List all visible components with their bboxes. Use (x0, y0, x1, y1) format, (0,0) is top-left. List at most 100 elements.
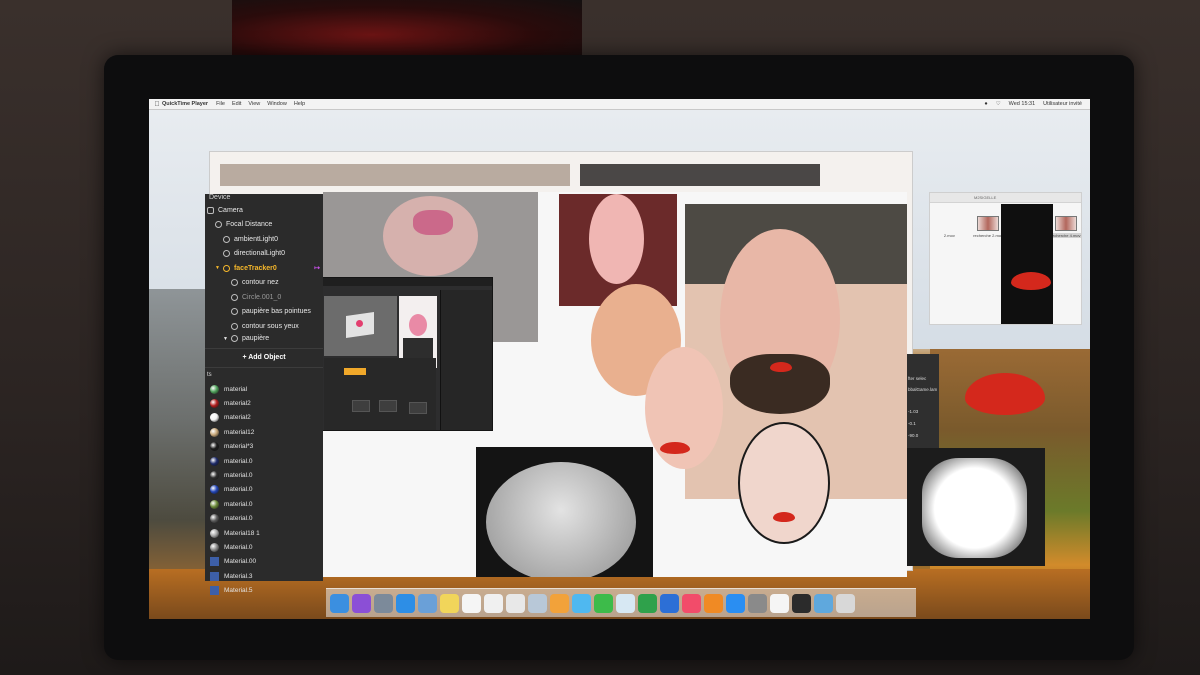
material-label: material (224, 385, 248, 393)
photos-icon[interactable] (418, 593, 437, 613)
material-item[interactable]: Material.0 (210, 540, 253, 554)
music-icon[interactable] (682, 593, 701, 613)
photos-app-icon[interactable] (550, 593, 569, 613)
inspector-value[interactable]: -1.03 (908, 409, 918, 414)
quicktime-icon[interactable] (792, 593, 811, 613)
material-item[interactable]: material.0 (210, 483, 253, 497)
background-window-image-dark (580, 164, 820, 186)
spark-icon[interactable] (770, 593, 789, 613)
numbers-icon[interactable] (638, 593, 657, 613)
scene-item-directional-light[interactable]: directionalLight0 (205, 247, 323, 262)
inspector-value[interactable]: -0.1 (908, 421, 916, 426)
scene-item-paupiere-bas[interactable]: paupière bas pointues (205, 305, 323, 320)
material-label: material.0 (224, 457, 253, 465)
material-item[interactable]: material.0 (210, 468, 253, 482)
material-item[interactable]: Material.3 (210, 569, 253, 583)
material-item[interactable]: Material.5 (210, 584, 253, 598)
scene-item-label: Circle.001_0 (242, 293, 282, 301)
appstore-icon[interactable] (726, 593, 745, 613)
scene-item-circle[interactable]: Circle.001_0 (205, 290, 323, 305)
menubar-clock[interactable]: Wed 15:31 (1009, 101, 1036, 107)
launchpad-icon[interactable] (374, 593, 393, 613)
material-item[interactable]: material*3 (210, 440, 253, 454)
scene-item-focal-distance[interactable]: Focal Distance (205, 218, 323, 233)
finder-file[interactable]: 2.mov (934, 216, 965, 238)
link-arrow-icon[interactable]: ↦ (314, 264, 320, 272)
preview-icon[interactable] (528, 593, 547, 613)
scene-header: Device (209, 194, 231, 201)
patch-node[interactable] (344, 368, 366, 375)
facetime-icon[interactable] (594, 593, 613, 613)
lips-graphic (1011, 272, 1051, 290)
mesh-icon (231, 279, 238, 287)
spark-studio-window[interactable] (321, 277, 493, 431)
screen:  QuickTime Player File Edit View Window… (149, 99, 1090, 619)
scene-item-contour-nez[interactable]: contour nez (205, 276, 323, 291)
scene-item-contour-sous-yeux[interactable]: contour sous yeux (205, 319, 323, 334)
patch-node[interactable] (379, 400, 397, 412)
inspector-label: bbalGame.lam (908, 387, 938, 392)
patch-node[interactable] (409, 402, 427, 414)
material-item[interactable]: Material18 1 (210, 526, 260, 540)
material-item[interactable]: material.0 (210, 497, 253, 511)
scene-item-camera[interactable]: Camera (205, 203, 323, 218)
scene-item-paupiere[interactable]: ▼ paupière (205, 334, 323, 344)
apple-menu-icon[interactable]:  (152, 99, 162, 110)
material-label: material.0 (224, 486, 253, 494)
menu-view[interactable]: View (248, 101, 260, 107)
safari-icon[interactable] (396, 593, 415, 613)
books-icon[interactable] (704, 593, 723, 613)
chevron-down-icon[interactable]: ▼ (215, 265, 220, 271)
finder-file[interactable]: recherche 4.mov (1050, 216, 1081, 238)
chevron-down-icon[interactable]: ▼ (223, 336, 228, 342)
inspector-value[interactable]: -90.0 (908, 433, 918, 438)
keynote-icon[interactable] (660, 593, 679, 613)
notes-icon[interactable] (440, 593, 459, 613)
calendar-icon[interactable] (462, 593, 481, 613)
scene-item-ambient-light[interactable]: ambientLight0 (205, 232, 323, 247)
maps-icon[interactable] (616, 593, 635, 613)
material-item[interactable]: material2 (210, 396, 251, 410)
patch-node[interactable] (352, 400, 370, 412)
material-item[interactable]: material12 (210, 425, 254, 439)
finder-icon[interactable] (330, 593, 349, 613)
app-menu[interactable]: QuickTime Player (162, 101, 208, 107)
material-swatch-icon (210, 399, 219, 409)
file-name: recherche 4.mov (1050, 233, 1081, 238)
mesh-icon (231, 322, 238, 330)
wifi-icon[interactable]: ♡ (996, 101, 1001, 107)
finder-file[interactable]: recherche 2.mov (973, 216, 1004, 238)
settings-icon[interactable] (748, 593, 767, 613)
menubar-user[interactable]: Utilisateur invité (1043, 101, 1082, 107)
material-item[interactable]: material (210, 382, 247, 396)
studio-viewport[interactable] (324, 296, 397, 356)
material-item[interactable]: Material.00 (210, 555, 256, 569)
reminders-icon[interactable] (484, 593, 503, 613)
menu-file[interactable]: File (216, 101, 225, 107)
light-icon (223, 250, 230, 258)
material-item[interactable]: material.0 (210, 454, 253, 468)
add-object-button[interactable]: + Add Object (205, 348, 323, 366)
material-item[interactable]: material.0 (210, 512, 253, 526)
patch-editor[interactable] (324, 358, 436, 430)
menu-edit[interactable]: Edit (232, 101, 241, 107)
mesh-icon (231, 308, 238, 316)
siri-icon[interactable] (352, 593, 371, 613)
mesh-icon (230, 335, 238, 342)
messages-icon[interactable] (572, 593, 591, 613)
big-lips-graphic (965, 373, 1045, 415)
menu-window[interactable]: Window (267, 101, 287, 107)
user-icon[interactable]: ● (984, 101, 987, 107)
scene-item-label: contour sous yeux (242, 322, 299, 330)
material-label: Material.00 (224, 558, 257, 566)
folder-icon[interactable] (814, 593, 833, 613)
material-item[interactable]: material2 (210, 411, 251, 425)
textedit-icon[interactable] (506, 593, 525, 613)
material-swatch-icon (210, 442, 219, 452)
scene-panel: Device Camera Focal Distance ambientLigh… (205, 194, 323, 596)
man-lips (770, 362, 792, 372)
scene-item-face-tracker[interactable]: ▼ faceTracker0 ↦ (205, 261, 323, 276)
trash-icon[interactable] (836, 593, 855, 613)
menu-help[interactable]: Help (294, 101, 305, 107)
material-label: Material.5 (224, 587, 253, 595)
